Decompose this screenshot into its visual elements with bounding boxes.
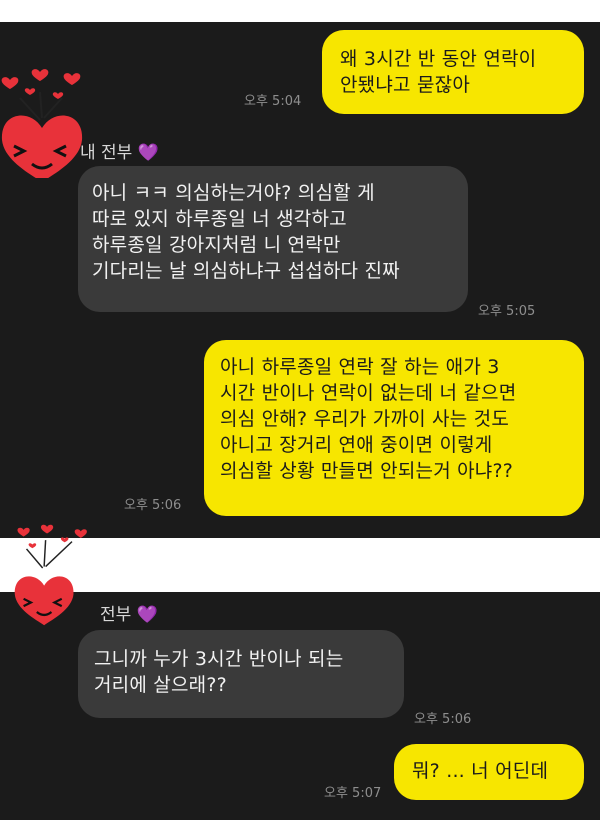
their-message-bubble[interactable]: 아니 ㅋㅋ 의심하는거야? 의심할 게 따로 있지 하루종일 너 생각하고 하루… xyxy=(78,166,468,312)
my-message-bubble[interactable]: 뭐? ... 너 어딘데 xyxy=(394,744,584,800)
my-message-bubble[interactable]: 왜 3시간 반 동안 연락이 안됐냐고 묻잖아 xyxy=(322,30,584,114)
message-time: 오후 5:07 xyxy=(324,786,382,801)
sender-name: 전부 💜 xyxy=(100,605,158,625)
message-time: 오후 5:06 xyxy=(414,712,472,727)
purple-heart-icon: 💜 xyxy=(137,143,159,163)
heart-face-sticker xyxy=(14,524,87,626)
sparkle-hearts-icon xyxy=(1,69,81,121)
my-message-bubble[interactable]: 아니 하루종일 연락 잘 하는 애가 3 시간 반이나 연락이 없는데 너 같으… xyxy=(204,340,584,516)
message-time: 오후 5:05 xyxy=(478,304,536,319)
sender-name: 내 전부 💜 xyxy=(80,143,159,163)
their-message-bubble[interactable]: 그니까 누가 3시간 반이나 되는 거리에 살으래?? xyxy=(78,630,404,718)
message-time: 오후 5:04 xyxy=(244,94,302,109)
purple-heart-icon: 💜 xyxy=(136,605,158,625)
message-time: 오후 5:06 xyxy=(124,498,182,513)
sparkle-hearts-icon xyxy=(17,524,87,569)
